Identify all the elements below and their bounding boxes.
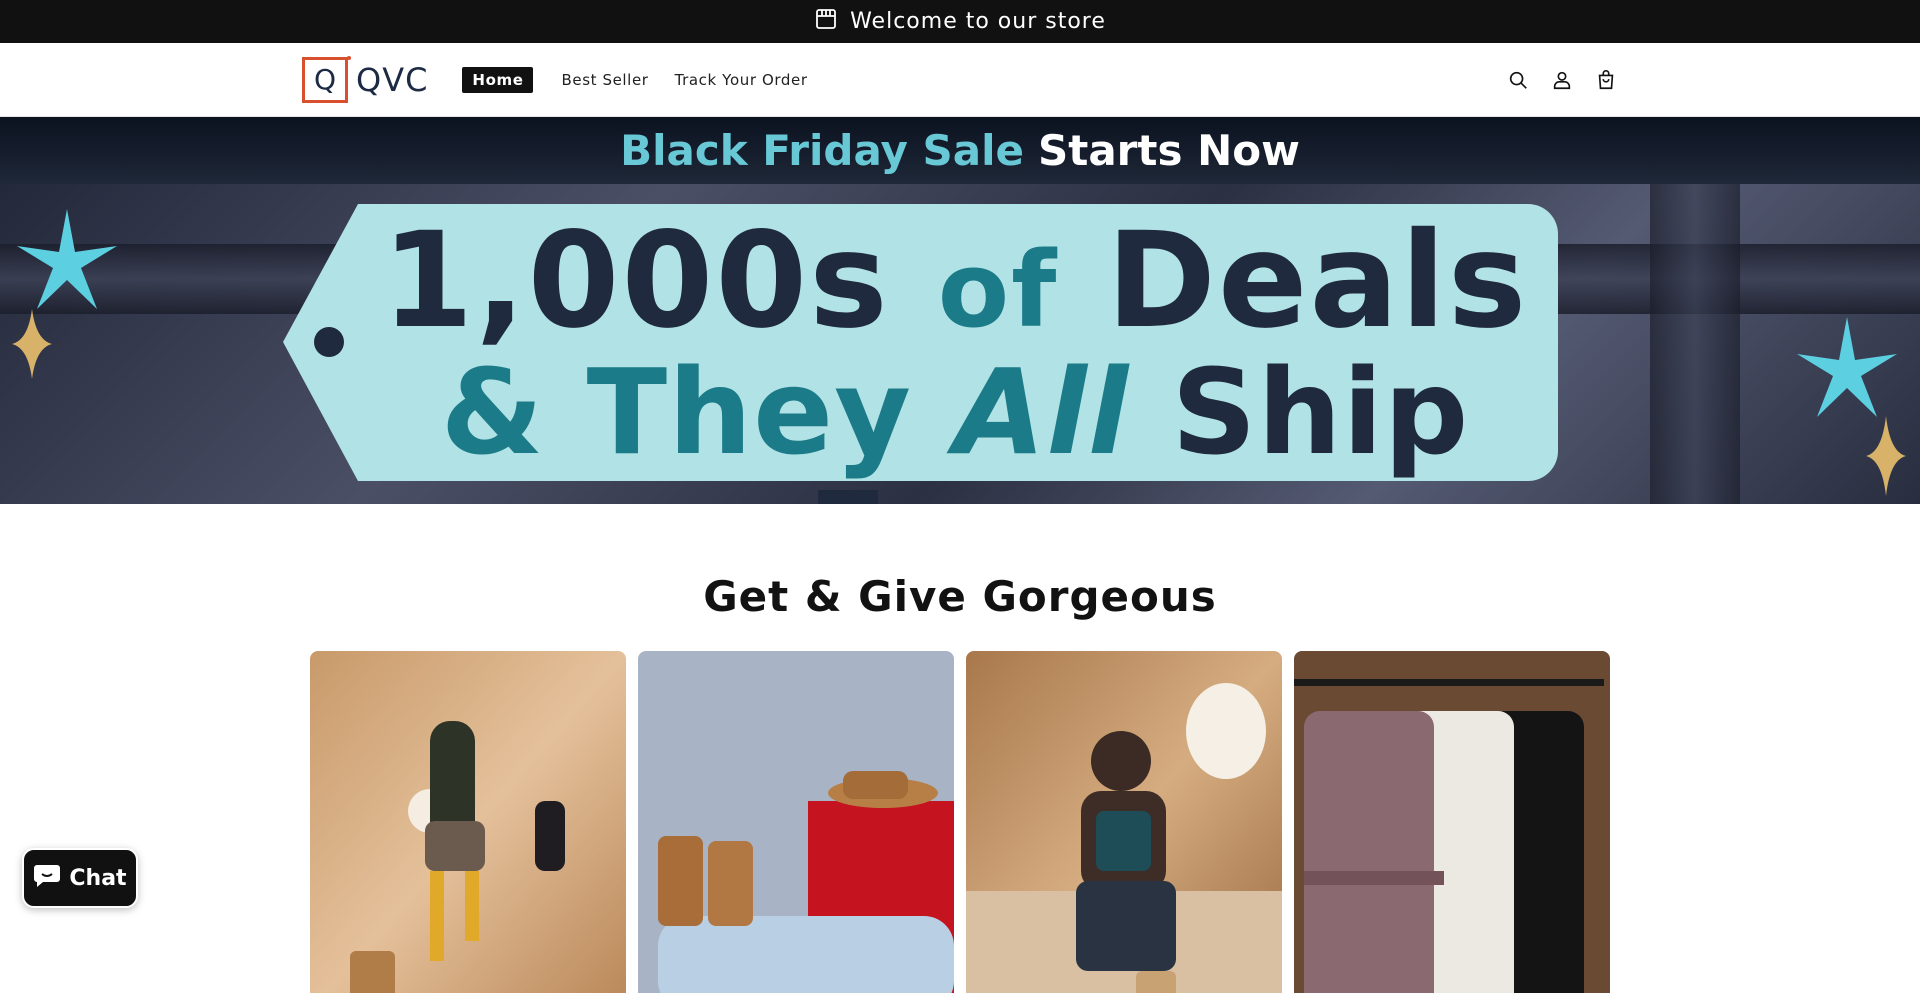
card-sitting-model[interactable] bbox=[966, 651, 1282, 993]
ribbon-decoration-vertical bbox=[1650, 184, 1740, 504]
deals-all: All bbox=[954, 342, 1130, 481]
deals-word: Deals bbox=[1106, 204, 1529, 358]
deals-of: of bbox=[937, 229, 1059, 351]
chat-button[interactable]: Chat bbox=[22, 848, 138, 908]
hero-headline: Black Friday Sale Starts Now bbox=[0, 117, 1920, 184]
product-cards bbox=[310, 651, 1610, 993]
nav-best-seller[interactable]: Best Seller bbox=[551, 67, 658, 93]
hero-headline-accent: Black Friday Sale bbox=[620, 126, 1024, 175]
deals-text: 1,000s of Deals & They All Ship Free bbox=[360, 212, 1550, 504]
section-title: Get & Give Gorgeous bbox=[703, 572, 1217, 621]
star-icon-right bbox=[1797, 317, 1897, 417]
chat-icon bbox=[33, 862, 61, 894]
deals-count: 1,000s bbox=[381, 204, 890, 358]
announcement-bar: Welcome to our store bbox=[0, 0, 1920, 43]
search-icon[interactable] bbox=[1506, 68, 1530, 92]
card-boots-slippers[interactable] bbox=[638, 651, 954, 993]
deals-amp: & bbox=[440, 342, 545, 481]
logo-text: QVC bbox=[356, 60, 429, 99]
header-icons bbox=[1506, 68, 1618, 92]
logo-mark: Q bbox=[302, 55, 351, 103]
chat-label: Chat bbox=[69, 865, 127, 891]
nav-home[interactable]: Home bbox=[462, 66, 534, 93]
hero-banner[interactable]: 1,000s of Deals & They All Ship Free bbox=[0, 184, 1920, 504]
store-icon bbox=[814, 7, 838, 37]
sparkle-icon bbox=[12, 309, 52, 379]
account-icon[interactable] bbox=[1550, 68, 1574, 92]
logo[interactable]: Q QVC bbox=[302, 55, 429, 103]
card-robes-rack[interactable] bbox=[1294, 651, 1610, 993]
announcement-text: Welcome to our store bbox=[850, 9, 1106, 34]
hero-headline-white: Starts Now bbox=[1038, 126, 1300, 175]
main-nav: Home Best Seller Track Your Order bbox=[462, 66, 818, 93]
sparkle-icon-right bbox=[1866, 416, 1906, 496]
card-dancing-models[interactable] bbox=[310, 651, 626, 993]
nav-track-order[interactable]: Track Your Order bbox=[665, 67, 818, 93]
deals-they: They bbox=[586, 342, 913, 481]
star-icon bbox=[17, 209, 117, 309]
cart-icon[interactable] bbox=[1594, 68, 1618, 92]
site-header: Q QVC Home Best Seller Track Your Order bbox=[0, 43, 1920, 117]
